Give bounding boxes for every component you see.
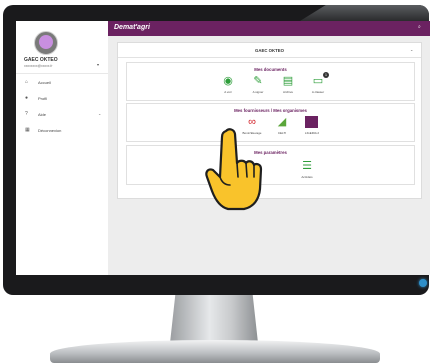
tile-a-signer[interactable]: ✎ A signer xyxy=(243,73,273,97)
tile-label: CELTI xyxy=(277,131,287,135)
tile-label: A classer xyxy=(311,90,325,94)
archive-icon: ▤ xyxy=(282,75,294,87)
tile-archive[interactable]: ▤ Archive xyxy=(273,73,303,97)
notification-badge: 1 xyxy=(323,72,329,78)
list-icon: ☰ xyxy=(302,160,312,172)
chevron-down-icon: ⌄ xyxy=(410,47,414,52)
settings-card: Mes paramètres ☰ Activités xyxy=(126,145,415,185)
tile-label: A signer xyxy=(252,90,264,94)
sidebar-item-accueil[interactable]: ⌂ Accueil xyxy=(16,75,108,89)
eye-icon: ◉ xyxy=(223,75,233,87)
sidebar-item-label: Aide xyxy=(38,112,47,117)
avatar[interactable] xyxy=(34,31,58,55)
farm-name: GAEC OKTEO xyxy=(24,57,58,63)
tile-label: Archive xyxy=(282,90,293,94)
documents-card: Mes documents ◉ A voir ✎ A signer ▤ Arch… xyxy=(126,62,415,101)
monitor-stand-neck xyxy=(170,295,258,343)
power-led xyxy=(419,279,427,287)
sidebar-item-deconnexion[interactable]: ▦ Déconnexion xyxy=(16,123,108,137)
search-icon[interactable]: ⌕ xyxy=(418,24,421,30)
top-bar: Demat'agri ⌕ xyxy=(108,21,430,36)
help-icon: ? xyxy=(25,111,28,117)
documents-title: Mes documents xyxy=(254,67,287,72)
supplier-logo-green-icon: ◢ xyxy=(277,116,287,128)
sidebar-item-profil[interactable]: ● Profil xyxy=(16,91,108,105)
sidebar-item-label: Accueil xyxy=(38,80,51,85)
suppliers-card: Mes fournisseurs / Mes organismes ∞ Bovi… xyxy=(126,103,415,142)
sidebar: GAEC OKTEO xxxxxxxx@xxxxx.fr ▾ ⌂ Accueil… xyxy=(16,21,109,275)
tile-label: LIGERIA 2 xyxy=(304,131,320,135)
pointing-hand-icon xyxy=(205,128,263,211)
tile-a-classer[interactable]: ▭ 1 A classer xyxy=(303,72,333,97)
home-icon: ⌂ xyxy=(25,79,29,85)
dashboard-panel: GAEC OKTEO ⌄ Mes documents ◉ A voir ✎ A … xyxy=(117,42,422,199)
tile-a-voir[interactable]: ◉ A voir xyxy=(213,73,243,97)
chevron-down-icon: ⌄ xyxy=(98,111,102,116)
grid-icon: ▦ xyxy=(25,127,30,133)
supplier-logo-purple-icon xyxy=(305,116,318,128)
farm-selector-value: GAEC OKTEO xyxy=(255,48,284,53)
tile-celti[interactable]: ◢ CELTI xyxy=(267,114,297,138)
pencil-icon: ✎ xyxy=(253,75,263,87)
sidebar-item-aide[interactable]: ? Aide ⌄ xyxy=(16,107,108,121)
monitor-stand-base xyxy=(50,340,380,363)
tile-label: Activités xyxy=(301,175,313,179)
divider xyxy=(16,73,108,74)
tile-activites[interactable]: ☰ Activités xyxy=(292,158,322,182)
brand-title: Demat'agri xyxy=(114,24,150,31)
chevron-down-icon[interactable]: ▾ xyxy=(97,62,99,67)
settings-title: Mes paramètres xyxy=(254,150,287,155)
tile-ligeria[interactable]: LIGERIA 2 xyxy=(297,114,327,138)
suppliers-title: Mes fournisseurs / Mes organismes xyxy=(234,108,307,113)
sidebar-item-label: Déconnexion xyxy=(38,128,62,133)
sidebar-item-label: Profil xyxy=(38,96,48,101)
user-icon: ● xyxy=(25,95,29,101)
user-email: xxxxxxxx@xxxxx.fr xyxy=(24,64,53,68)
tile-label: A voir xyxy=(224,90,232,94)
farm-selector[interactable]: GAEC OKTEO ⌄ xyxy=(118,43,421,58)
main-area: GAEC OKTEO ⌄ Mes documents ◉ A voir ✎ A … xyxy=(108,36,430,275)
